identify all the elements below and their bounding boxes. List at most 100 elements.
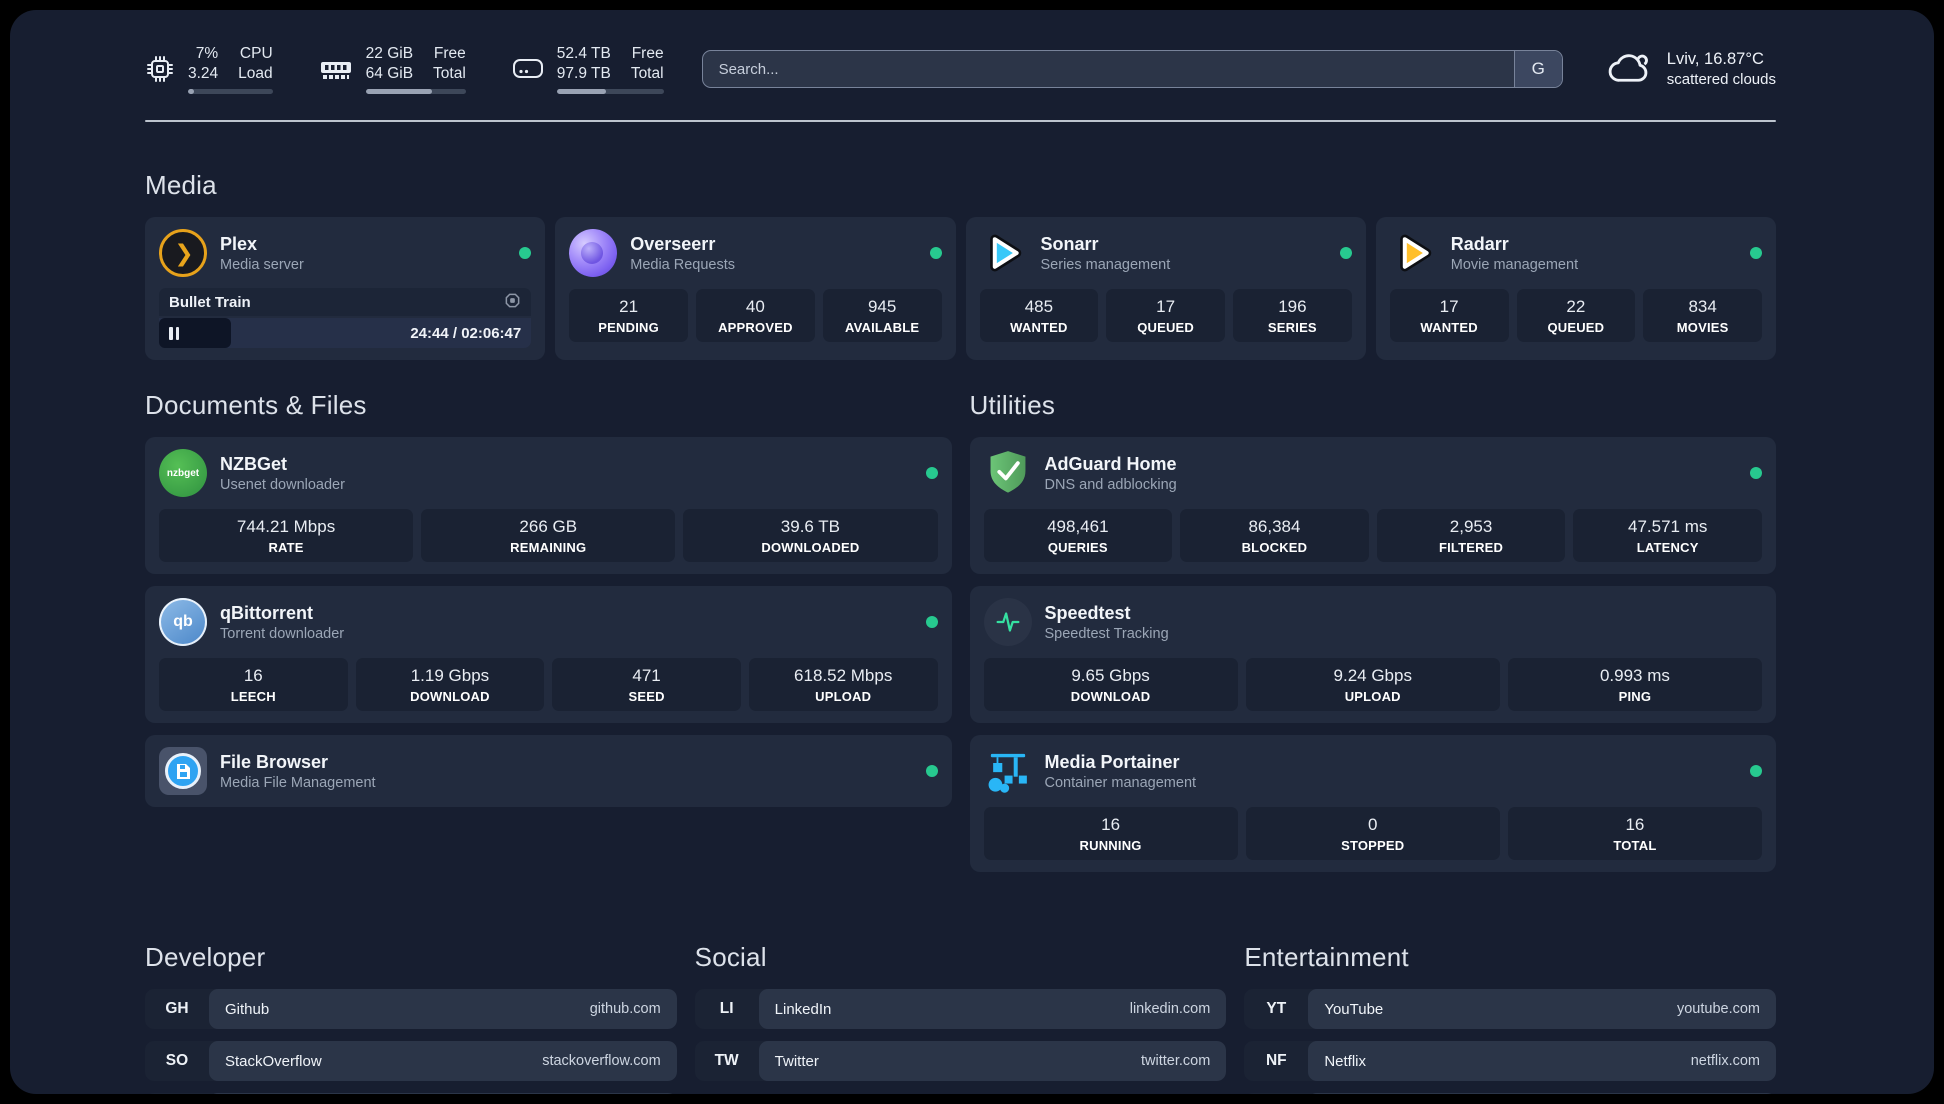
dashboard: 7% 3.24 CPU Load 22 GiB 64 GiB Free Tota… bbox=[10, 10, 1934, 1094]
nzbget-card[interactable]: nzbget NZBGet Usenet downloader 744.21 M… bbox=[145, 437, 952, 575]
system-metrics: 7% 3.24 CPU Load 22 GiB 64 GiB Free Tota… bbox=[145, 44, 664, 95]
memory-progress-bar bbox=[365, 89, 466, 95]
adguard-icon bbox=[984, 449, 1032, 497]
status-dot-online bbox=[925, 765, 938, 778]
memory-metric: 22 GiB 64 GiB Free Total bbox=[319, 44, 466, 95]
cpu-label: CPU bbox=[239, 45, 273, 62]
status-dot-online bbox=[925, 467, 938, 480]
status-dot-online bbox=[1750, 247, 1762, 260]
app-name: Speedtest bbox=[1044, 602, 1131, 623]
link-row-reddit[interactable]: RE Reddit reddit.com bbox=[1244, 1093, 1776, 1094]
link-url: youtube.com bbox=[1676, 1001, 1760, 1018]
status-dot-online bbox=[925, 616, 938, 629]
link-row-netflix[interactable]: NF Netflix netflix.com bbox=[1244, 1041, 1776, 1082]
status-dot-online bbox=[1750, 765, 1762, 778]
stat-upload: 618.52 Mbps UPLOAD bbox=[748, 658, 938, 712]
overseerr-card[interactable]: Overseerr Media Requests 21 PENDING 40 A… bbox=[555, 217, 956, 361]
link-abbr: YT bbox=[1266, 1000, 1287, 1018]
link-abbr: LI bbox=[719, 1000, 734, 1018]
app-subtitle: Speedtest Tracking bbox=[1044, 625, 1169, 642]
cpu-load-value: 3.24 bbox=[188, 65, 219, 83]
stat-total: 16 TOTAL bbox=[1507, 807, 1762, 861]
radarr-icon bbox=[1390, 229, 1438, 277]
stat-queued: 17 QUEUED bbox=[1106, 289, 1225, 343]
qbittorrent-card[interactable]: qb qBittorrent Torrent downloader 16 LEE… bbox=[145, 586, 952, 724]
app-subtitle: Usenet downloader bbox=[220, 476, 345, 493]
speedtest-icon bbox=[983, 598, 1032, 647]
link-name: YouTube bbox=[1324, 1000, 1384, 1018]
plex-now-playing: Bullet Train 24:44 / 02:06:47 bbox=[159, 288, 532, 349]
playback-time: 24:44 / 02:06:47 bbox=[410, 324, 522, 342]
link-row-linkedin[interactable]: LI LinkedIn linkedin.com bbox=[694, 989, 1227, 1030]
storage-total-value: 97.9 TB bbox=[556, 65, 611, 83]
memory-icon bbox=[319, 57, 353, 81]
link-url: twitter.com bbox=[1141, 1053, 1211, 1070]
link-row-youtube[interactable]: YT YouTube youtube.com bbox=[1244, 989, 1776, 1030]
now-playing-title: Bullet Train bbox=[169, 293, 251, 311]
topbar: 7% 3.24 CPU Load 22 GiB 64 GiB Free Tota… bbox=[145, 44, 1776, 95]
pause-icon[interactable] bbox=[169, 326, 179, 340]
plex-card[interactable]: ❯ Plex Media server Bullet Train 24:44 /… bbox=[145, 217, 546, 361]
stat-available: 945 AVAILABLE bbox=[822, 289, 942, 343]
storage-progress-bar bbox=[556, 89, 664, 95]
storage-free-label: Free bbox=[631, 45, 664, 62]
entertainment-section: Entertainment YT YouTube youtube.com NF … bbox=[1244, 942, 1776, 1094]
app-name: File Browser bbox=[220, 751, 329, 772]
link-row-dev[interactable]: DT DEV dev.to bbox=[145, 1093, 677, 1094]
link-name: Github bbox=[225, 1000, 270, 1018]
search-bar: G bbox=[701, 50, 1563, 89]
app-subtitle: DNS and adblocking bbox=[1044, 476, 1177, 493]
speedtest-card[interactable]: Speedtest Speedtest Tracking 9.65 Gbps D… bbox=[969, 586, 1776, 724]
app-subtitle: Movie management bbox=[1450, 256, 1579, 273]
stat-ping: 0.993 ms PING bbox=[1507, 658, 1762, 712]
link-url: linkedin.com bbox=[1129, 1001, 1211, 1018]
stat-leech: 16 LEECH bbox=[159, 658, 348, 712]
memory-total-value: 64 GiB bbox=[365, 65, 414, 83]
app-name: NZBGet bbox=[220, 453, 287, 474]
link-row-github[interactable]: GH Github github.com bbox=[145, 989, 677, 1030]
link-name: LinkedIn bbox=[774, 1000, 832, 1018]
link-abbr: SO bbox=[165, 1052, 189, 1070]
stat-running: 16 RUNNING bbox=[983, 807, 1238, 861]
search-input[interactable] bbox=[702, 51, 1514, 88]
link-abbr: GH bbox=[165, 1000, 189, 1018]
link-abbr: RE bbox=[1244, 1093, 1308, 1094]
storage-icon bbox=[512, 57, 544, 81]
storage-total-label: Total bbox=[630, 65, 664, 83]
weather-location-temp: Lviv, 16.87°C bbox=[1666, 49, 1764, 68]
filebrowser-card[interactable]: File Browser Media File Management bbox=[145, 735, 952, 808]
adguard-card[interactable]: AdGuard Home DNS and adblocking 498,461 … bbox=[969, 437, 1776, 575]
portainer-icon bbox=[984, 747, 1032, 795]
cpu-metric: 7% 3.24 CPU Load bbox=[145, 44, 273, 95]
stat-filtered: 2,953 FILTERED bbox=[1376, 509, 1566, 563]
stat-seed: 471 SEED bbox=[552, 658, 741, 712]
link-abbr: TW bbox=[714, 1052, 739, 1070]
stat-queries: 498,461 QUERIES bbox=[983, 509, 1173, 563]
stat-blocked: 86,384 BLOCKED bbox=[1180, 509, 1369, 563]
sonarr-card[interactable]: Sonarr Series management 485 WANTED 17 Q… bbox=[965, 217, 1366, 361]
stat-upload: 9.24 Gbps UPLOAD bbox=[1245, 658, 1500, 712]
radarr-card[interactable]: Radarr Movie management 17 WANTED 22 QUE… bbox=[1375, 217, 1776, 361]
social-section: Social LI LinkedIn linkedin.com TW Twitt… bbox=[694, 942, 1227, 1094]
overseerr-icon bbox=[569, 229, 618, 278]
sonarr-icon bbox=[980, 229, 1028, 277]
developer-section: Developer GH Github github.com SO StackO… bbox=[145, 942, 677, 1094]
nzbget-icon: nzbget bbox=[159, 449, 207, 498]
memory-free-value: 22 GiB bbox=[365, 45, 414, 62]
filebrowser-icon bbox=[159, 747, 207, 796]
link-row-stackoverflow[interactable]: SO StackOverflow stackoverflow.com bbox=[145, 1041, 677, 1082]
stat-movies: 834 MOVIES bbox=[1643, 289, 1762, 343]
app-subtitle: Series management bbox=[1040, 256, 1171, 273]
link-url: stackoverflow.com bbox=[542, 1053, 661, 1070]
cpu-load-label: Load bbox=[238, 65, 273, 83]
documents-section: Documents & Files nzbget NZBGet Usenet d… bbox=[145, 390, 952, 884]
stat-remaining: 266 GB REMAINING bbox=[421, 509, 676, 563]
stat-latency: 47.571 ms LATENCY bbox=[1573, 509, 1762, 563]
link-name: Netflix bbox=[1324, 1052, 1367, 1070]
qbittorrent-icon: qb bbox=[159, 598, 207, 647]
link-row-twitter[interactable]: TW Twitter twitter.com bbox=[694, 1041, 1227, 1082]
memory-free-label: Free bbox=[433, 45, 466, 62]
app-name: qBittorrent bbox=[220, 602, 313, 623]
search-engine-button[interactable]: G bbox=[1513, 51, 1562, 88]
portainer-card[interactable]: Media Portainer Container management 16 … bbox=[969, 735, 1776, 873]
